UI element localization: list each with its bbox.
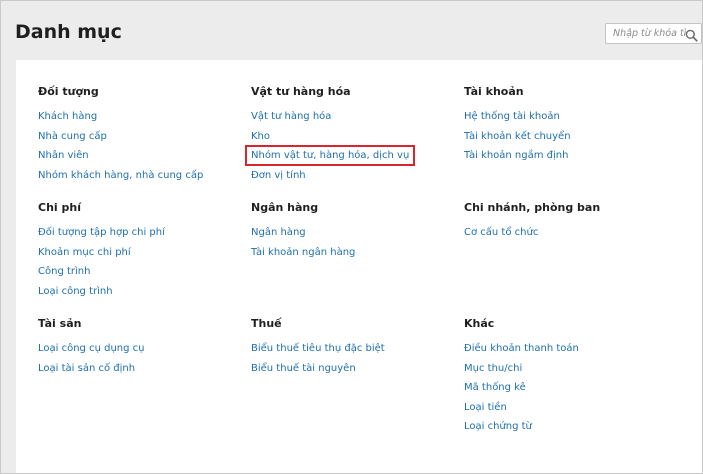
link-cong-trinh[interactable]: Công trình xyxy=(38,266,90,277)
search-box[interactable] xyxy=(605,23,702,44)
link-don-vi-tinh[interactable]: Đơn vị tính xyxy=(251,170,306,181)
group-title: Khác xyxy=(464,317,495,330)
link-dieu-khoan-thanh-toan[interactable]: Điều khoản thanh toán xyxy=(464,343,579,354)
page-title: Danh mục xyxy=(15,21,122,43)
group-title: Chi nhánh, phòng ban xyxy=(464,201,601,214)
group-khac: Khác Điều khoản thanh toán Mục thu/chi M… xyxy=(464,317,579,434)
group-tai-san: Tài sản Loại công cụ dụng cụ Loại tài sả… xyxy=(38,317,144,375)
catalog-panel: Đối tượng Khách hàng Nhà cung cấp Nhân v… xyxy=(16,60,702,473)
link-khoan-muc-chi-phi[interactable]: Khoản mục chi phí xyxy=(38,247,131,258)
group-title: Đối tượng xyxy=(38,85,99,98)
group-thue: Thuế Biểu thuế tiêu thụ đặc biệt Biểu th… xyxy=(251,317,385,375)
link-nhom-khach-hang-nha-cung-cap[interactable]: Nhóm khách hàng, nhà cung cấp xyxy=(38,170,203,181)
link-tai-khoan-ngam-dinh[interactable]: Tài khoản ngầm định xyxy=(464,150,568,161)
search-input[interactable] xyxy=(606,24,686,43)
link-loai-chung-tu[interactable]: Loại chứng từ xyxy=(464,421,532,432)
group-title: Vật tư hàng hóa xyxy=(251,85,351,98)
link-loai-cong-trinh[interactable]: Loại công trình xyxy=(38,286,113,297)
link-co-cau-to-chuc[interactable]: Cơ cấu tổ chức xyxy=(464,227,538,238)
group-title: Tài khoản xyxy=(464,85,524,98)
window-frame: Danh mục Đối tượng Khách hàng Nhà cung c… xyxy=(0,0,703,474)
link-nhan-vien[interactable]: Nhân viên xyxy=(38,150,89,161)
link-nha-cung-cap[interactable]: Nhà cung cấp xyxy=(38,131,107,142)
group-ngan-hang: Ngân hàng Ngân hàng Tài khoản ngân hàng xyxy=(251,201,355,259)
link-nhom-vat-tu-hang-hoa-dich-vu[interactable]: Nhóm vật tư, hàng hóa, dịch vụ xyxy=(244,145,416,166)
page-header: Danh mục xyxy=(2,2,702,56)
link-ngan-hang[interactable]: Ngân hàng xyxy=(251,227,306,238)
link-loai-tien[interactable]: Loại tiền xyxy=(464,402,507,413)
link-doi-tuong-tap-hop-chi-phi[interactable]: Đối tượng tập hợp chi phí xyxy=(38,227,165,238)
group-title: Chi phí xyxy=(38,201,81,214)
link-vat-tu-hang-hoa[interactable]: Vật tư hàng hóa xyxy=(251,111,331,122)
group-chi-phi: Chi phí Đối tượng tập hợp chi phí Khoản … xyxy=(38,201,165,298)
search-icon[interactable] xyxy=(685,27,698,42)
link-kho[interactable]: Kho xyxy=(251,131,270,142)
group-vat-tu-hang-hoa: Vật tư hàng hóa Vật tư hàng hóa Kho Nhóm… xyxy=(244,85,416,182)
group-tai-khoan: Tài khoản Hệ thống tài khoản Tài khoản k… xyxy=(464,85,571,163)
group-chi-nhanh-phong-ban: Chi nhánh, phòng ban Cơ cấu tổ chức xyxy=(464,201,600,240)
link-he-thong-tai-khoan[interactable]: Hệ thống tài khoản xyxy=(464,111,560,122)
link-tai-khoan-ngan-hang[interactable]: Tài khoản ngân hàng xyxy=(251,247,355,258)
link-ma-thong-ke[interactable]: Mã thống kê xyxy=(464,382,526,393)
link-khach-hang[interactable]: Khách hàng xyxy=(38,111,97,122)
link-bieu-thue-tai-nguyen[interactable]: Biểu thuế tài nguyên xyxy=(251,363,356,374)
link-loai-cong-cu-dung-cu[interactable]: Loại công cụ dụng cụ xyxy=(38,343,144,354)
group-title: Thuế xyxy=(251,317,282,330)
group-title: Tài sản xyxy=(38,317,82,330)
link-tai-khoan-ket-chuyen[interactable]: Tài khoản kết chuyển xyxy=(464,131,571,142)
group-doi-tuong: Đối tượng Khách hàng Nhà cung cấp Nhân v… xyxy=(38,85,203,182)
link-muc-thu-chi[interactable]: Mục thu/chi xyxy=(464,363,522,374)
link-loai-tai-san-co-dinh[interactable]: Loại tài sản cố định xyxy=(38,363,135,374)
group-title: Ngân hàng xyxy=(251,201,319,214)
link-bieu-thue-tieu-thu-dac-biet[interactable]: Biểu thuế tiêu thụ đặc biệt xyxy=(251,343,385,354)
